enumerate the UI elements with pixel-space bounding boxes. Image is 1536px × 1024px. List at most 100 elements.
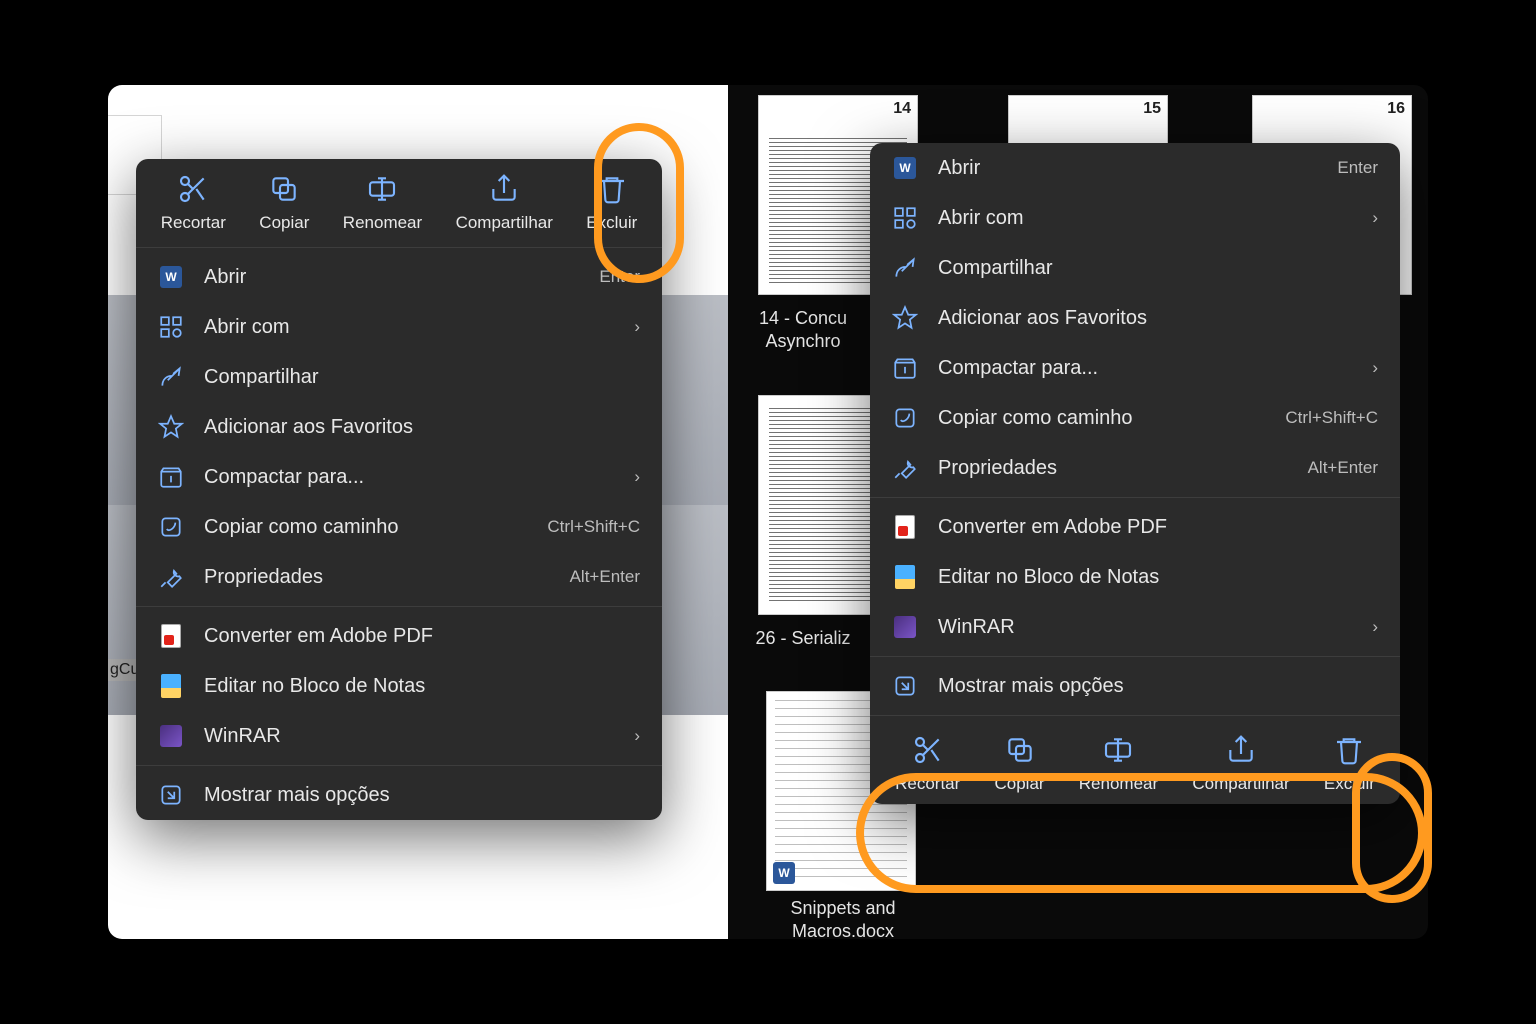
copy-path-icon <box>158 514 184 540</box>
copy-label: Copiar <box>994 774 1044 794</box>
wrench-icon <box>158 564 184 590</box>
archive-icon <box>892 355 918 381</box>
properties-shortcut: Alt+Enter <box>1308 458 1378 478</box>
menu-item-share[interactable]: Compartilhar <box>870 243 1400 293</box>
properties-label: Propriedades <box>204 566 550 589</box>
chevron-right-icon: › <box>634 317 640 337</box>
trash-icon <box>596 173 628 205</box>
page-number: 14 <box>893 100 911 118</box>
copy-button[interactable]: Copiar <box>977 720 1061 804</box>
menu-item-winrar[interactable]: WinRAR › <box>136 711 662 761</box>
menu-item-properties[interactable]: Propriedades Alt+Enter <box>870 443 1400 493</box>
winrar-icon <box>158 723 184 749</box>
compress-label: Compactar para... <box>938 357 1352 380</box>
copy-icon <box>268 173 300 205</box>
notepad-icon <box>158 673 184 699</box>
menu-item-compress[interactable]: Compactar para... › <box>870 343 1400 393</box>
menu-item-more[interactable]: Mostrar mais opções <box>136 770 662 820</box>
share-label: Compartilhar <box>456 213 553 233</box>
open-with-icon <box>158 314 184 340</box>
compress-label: Compactar para... <box>204 466 614 489</box>
share-icon <box>1225 734 1257 766</box>
doc-caption-26: 26 - Serializ <box>738 627 868 650</box>
scissors-icon <box>912 734 944 766</box>
adobe-label: Converter em Adobe PDF <box>938 516 1378 539</box>
quick-action-toolbar: Recortar Copiar Renomear Compartilhar Ex… <box>136 159 662 243</box>
favorites-label: Adicionar aos Favoritos <box>204 416 640 439</box>
menu-item-favorites[interactable]: Adicionar aos Favoritos <box>136 402 662 452</box>
menu-item-compress[interactable]: Compactar para... › <box>136 452 662 502</box>
more-label: Mostrar mais opções <box>204 784 640 807</box>
quick-action-toolbar-bottom: Recortar Copiar Renomear Compartilhar Ex… <box>870 720 1400 804</box>
cut-label: Recortar <box>161 213 226 233</box>
properties-shortcut: Alt+Enter <box>570 567 640 587</box>
share-arrow-icon <box>892 255 918 281</box>
pdf-icon <box>158 623 184 649</box>
open-shortcut: Enter <box>1337 158 1378 178</box>
copy-path-shortcut: Ctrl+Shift+C <box>547 517 640 537</box>
page-number: 16 <box>1387 100 1405 118</box>
share-icon <box>488 173 520 205</box>
copy-label: Copiar <box>259 213 309 233</box>
share-button[interactable]: Compartilhar <box>1175 720 1307 804</box>
properties-label: Propriedades <box>938 457 1288 480</box>
winrar-icon <box>892 614 918 640</box>
delete-label: Excluir <box>1324 774 1375 794</box>
open-with-icon <box>892 205 918 231</box>
menu-item-open-with[interactable]: Abrir com › <box>136 302 662 352</box>
menu-item-open[interactable]: W Abrir Enter <box>136 252 662 302</box>
menu-item-copy-path[interactable]: Copiar como caminho Ctrl+Shift+C <box>136 502 662 552</box>
context-menu-left: Recortar Copiar Renomear Compartilhar Ex… <box>136 159 662 820</box>
menu-item-notepad[interactable]: Editar no Bloco de Notas <box>136 661 662 711</box>
open-with-label: Abrir com <box>204 316 614 339</box>
word-icon: W <box>158 264 184 290</box>
share-item-label: Compartilhar <box>204 366 640 389</box>
doc-caption-snippets: Snippets and Macros.docx <box>758 897 928 939</box>
context-menu-right: W Abrir Enter Abrir com › Compartilhar A… <box>870 143 1400 804</box>
share-item-label: Compartilhar <box>938 257 1378 280</box>
menu-item-share[interactable]: Compartilhar <box>136 352 662 402</box>
cut-button[interactable]: Recortar <box>144 159 243 243</box>
left-panel: gCu Recortar Copiar Renomear Compar <box>108 85 728 939</box>
page-number: 15 <box>1143 100 1161 118</box>
chevron-right-icon: › <box>1372 358 1378 378</box>
rename-button[interactable]: Renomear <box>1062 720 1176 804</box>
menu-item-more[interactable]: Mostrar mais opções <box>870 661 1400 711</box>
copy-path-icon <box>892 405 918 431</box>
cut-label: Recortar <box>895 774 960 794</box>
right-panel: 14 15 16 14 - ConcuAsynchro ocx 26 - Ser… <box>728 85 1428 939</box>
open-label: Abrir <box>938 157 1317 180</box>
rename-button[interactable]: Renomear <box>326 159 439 243</box>
chevron-right-icon: › <box>1372 208 1378 228</box>
chevron-right-icon: › <box>1372 617 1378 637</box>
menu-item-adobe[interactable]: Converter em Adobe PDF <box>870 502 1400 552</box>
menu-item-adobe[interactable]: Converter em Adobe PDF <box>136 611 662 661</box>
menu-item-properties[interactable]: Propriedades Alt+Enter <box>136 552 662 602</box>
delete-button[interactable]: Excluir <box>1307 720 1392 804</box>
wrench-icon <box>892 455 918 481</box>
scissors-icon <box>177 173 209 205</box>
menu-item-favorites[interactable]: Adicionar aos Favoritos <box>870 293 1400 343</box>
menu-item-copy-path[interactable]: Copiar como caminho Ctrl+Shift+C <box>870 393 1400 443</box>
menu-item-notepad[interactable]: Editar no Bloco de Notas <box>870 552 1400 602</box>
copy-path-label: Copiar como caminho <box>938 407 1265 430</box>
more-icon <box>158 782 184 808</box>
winrar-label: WinRAR <box>938 616 1352 639</box>
menu-item-winrar[interactable]: WinRAR › <box>870 602 1400 652</box>
cut-button[interactable]: Recortar <box>878 720 977 804</box>
share-button[interactable]: Compartilhar <box>439 159 570 243</box>
copy-icon <box>1004 734 1036 766</box>
open-label: Abrir <box>204 266 579 289</box>
menu-item-open-with[interactable]: Abrir com › <box>870 193 1400 243</box>
rename-label: Renomear <box>343 213 422 233</box>
delete-label: Excluir <box>586 213 637 233</box>
rename-icon <box>366 173 398 205</box>
copy-button[interactable]: Copiar <box>243 159 327 243</box>
menu-item-open[interactable]: W Abrir Enter <box>870 143 1400 193</box>
star-icon <box>158 414 184 440</box>
archive-icon <box>158 464 184 490</box>
delete-button[interactable]: Excluir <box>570 159 654 243</box>
copy-path-shortcut: Ctrl+Shift+C <box>1285 408 1378 428</box>
open-with-label: Abrir com <box>938 207 1352 230</box>
more-label: Mostrar mais opções <box>938 675 1378 698</box>
